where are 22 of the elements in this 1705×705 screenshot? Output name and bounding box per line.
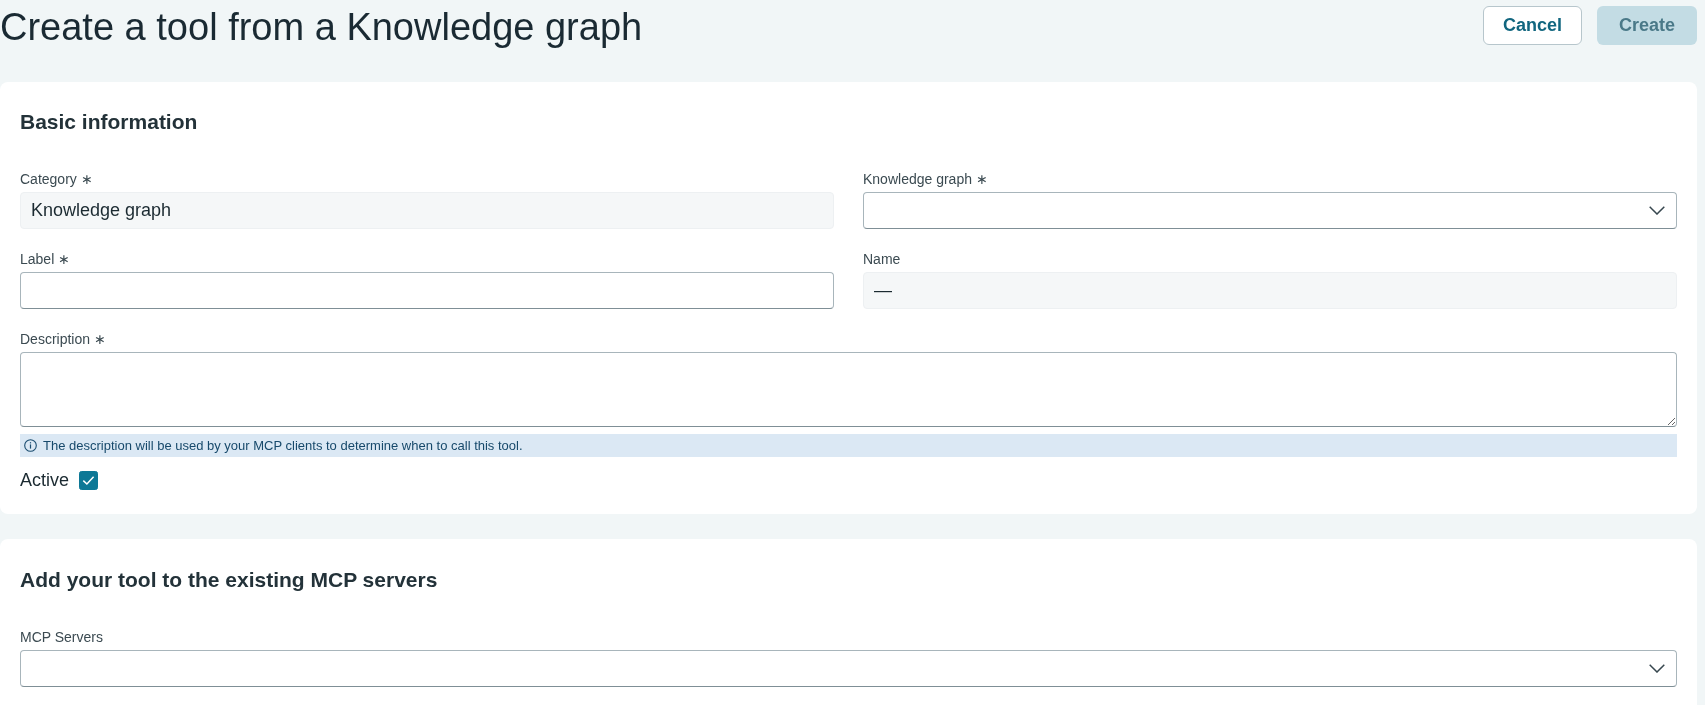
readonly-field: — — [863, 272, 1677, 309]
field-label: MCP Servers — [20, 628, 103, 646]
checkbox[interactable] — [79, 470, 99, 490]
cancel-button[interactable]: Cancel — [1482, 6, 1582, 45]
chevron-down-icon — [1649, 206, 1665, 215]
readonly-field: Knowledge graph — [20, 192, 834, 229]
section-title: Basic information — [20, 109, 198, 135]
field-label: Knowledge graph ∗ — [863, 170, 988, 188]
chevron-down-icon — [1649, 664, 1665, 673]
field-label: Category ∗ — [20, 170, 93, 188]
section-title: Add your tool to the existing MCP servers — [20, 567, 438, 593]
textarea-field[interactable] — [20, 352, 1677, 427]
page-title: Create a tool from a Knowledge graph — [0, 5, 643, 50]
field-label: Label ∗ — [20, 250, 71, 268]
checkbox-label: Active — [20, 469, 70, 491]
info-icon — [24, 439, 37, 452]
info-text: The description will be used by your MCP clients to determine when to call this tool. — [43, 438, 523, 453]
text-input[interactable] — [20, 272, 834, 309]
field-label: Name — [863, 250, 901, 268]
dropdown-field[interactable] — [20, 650, 1677, 687]
dropdown-field[interactable] — [863, 192, 1677, 229]
field-label: Description ∗ — [20, 330, 106, 348]
